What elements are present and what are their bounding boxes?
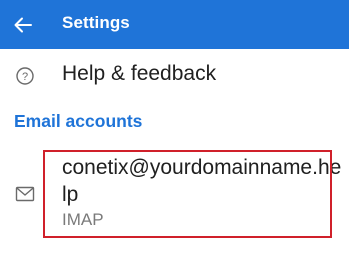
app-bar: Settings bbox=[0, 0, 349, 49]
help-feedback-label: Help & feedback bbox=[62, 62, 217, 85]
arrow-left-icon bbox=[14, 17, 32, 33]
account-email-address: conetix@yourdomainname.help bbox=[62, 156, 342, 206]
back-button[interactable] bbox=[10, 12, 36, 38]
page-title: Settings bbox=[62, 13, 130, 32]
email-accounts-header: Email accounts bbox=[14, 111, 143, 131]
account-type-label: IMAP bbox=[62, 210, 104, 229]
mail-icon bbox=[15, 186, 35, 202]
svg-text:?: ? bbox=[22, 71, 28, 83]
help-feedback-item[interactable]: ? Help & feedback bbox=[0, 54, 349, 98]
help-circle-icon: ? bbox=[16, 67, 34, 85]
email-account-item[interactable]: conetix@yourdomainname.help IMAP bbox=[0, 146, 349, 246]
